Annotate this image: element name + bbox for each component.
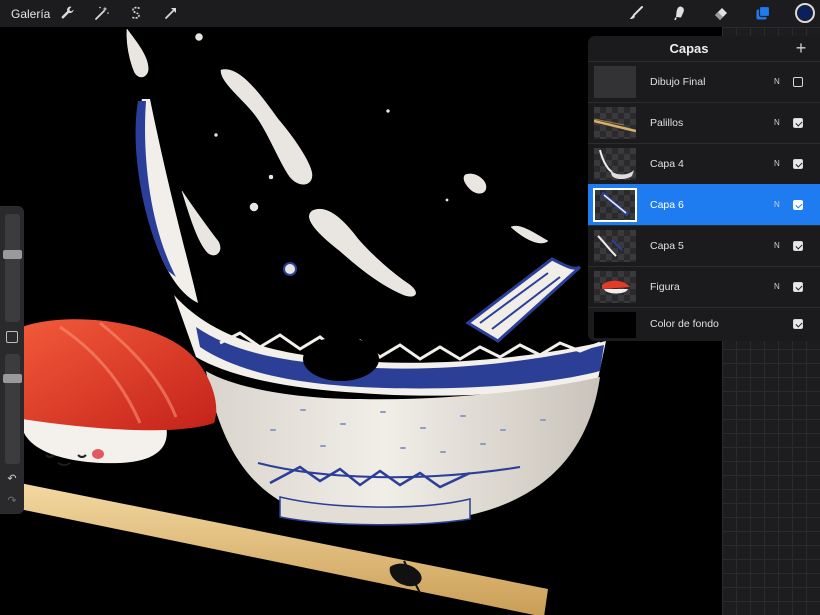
layer-thumbnail [594,230,636,262]
brush-size-slider[interactable] [3,214,22,322]
smudge-icon[interactable] [670,4,688,22]
layer-row-palillos[interactable]: Palillos N [588,102,820,143]
layer-visibility-checkbox[interactable] [793,241,803,251]
left-sidebar: ↶ ↷ [0,206,24,514]
layer-row-color-de-fondo[interactable]: Color de fondo [588,307,820,341]
transform-arrow-icon[interactable] [162,4,180,22]
layer-thumbnail [594,107,636,139]
add-layer-button[interactable]: + [793,38,809,59]
current-color-swatch [798,6,812,20]
layers-header: Capas + [588,36,820,61]
wrench-icon[interactable] [59,4,77,22]
gallery-button[interactable]: Galería [11,7,50,21]
layer-blend-mode[interactable]: N [774,159,780,168]
layer-thumbnail [594,66,636,98]
layer-name: Palillos [650,117,684,129]
layer-blend-mode[interactable]: N [774,200,780,209]
bowl [174,295,606,526]
layer-name: Capa 6 [650,199,684,211]
layer-visibility-checkbox[interactable] [793,159,803,169]
layer-blend-mode[interactable]: N [774,282,780,291]
layer-row-capa-4[interactable]: Capa 4 N [588,143,820,184]
layer-thumbnail [594,312,636,338]
layers-icon[interactable] [754,4,772,22]
layer-visibility-checkbox[interactable] [793,282,803,292]
layer-visibility-checkbox[interactable] [793,118,803,128]
opacity-thumb[interactable] [3,374,22,384]
layer-visibility-checkbox[interactable] [793,77,803,87]
redo-icon[interactable]: ↷ [5,494,19,508]
brush-icon[interactable] [627,4,645,22]
layers-title: Capas [669,41,709,56]
layer-row-capa-6[interactable]: Capa 6 N [588,184,820,225]
layer-name: Capa 5 [650,240,684,252]
color-icon[interactable] [795,3,815,23]
layer-name: Capa 4 [650,158,684,170]
eyedropper-button[interactable] [6,331,18,343]
layer-thumbnail [594,148,636,180]
layer-row-dibujo-final[interactable]: Dibujo Final N [588,61,820,102]
layer-name: Dibujo Final [650,76,706,88]
layer-blend-mode[interactable]: N [774,77,780,86]
layers-panel: Capas + Dibujo Final N Palillos N Capa 4… [588,36,820,341]
eraser-icon[interactable] [712,4,730,22]
undo-icon[interactable]: ↶ [5,472,19,486]
top-toolbar: Galería [0,0,820,27]
layer-thumbnail [593,188,637,222]
layer-thumbnail [594,271,636,303]
sushi-figure [21,319,217,466]
layer-visibility-checkbox[interactable] [793,319,803,329]
layer-row-figura[interactable]: Figura N [588,266,820,307]
opacity-slider[interactable] [3,354,22,464]
layer-name: Color de fondo [650,318,719,330]
selection-s-icon[interactable] [127,4,145,22]
layer-visibility-checkbox[interactable] [793,200,803,210]
milk-splash [126,28,549,297]
layer-name: Figura [650,281,680,293]
layer-blend-mode[interactable]: N [774,241,780,250]
layer-row-capa-5[interactable]: Capa 5 N [588,225,820,266]
brush-size-thumb[interactable] [3,249,22,259]
magic-wand-icon[interactable] [93,4,111,22]
layer-blend-mode[interactable]: N [774,118,780,127]
